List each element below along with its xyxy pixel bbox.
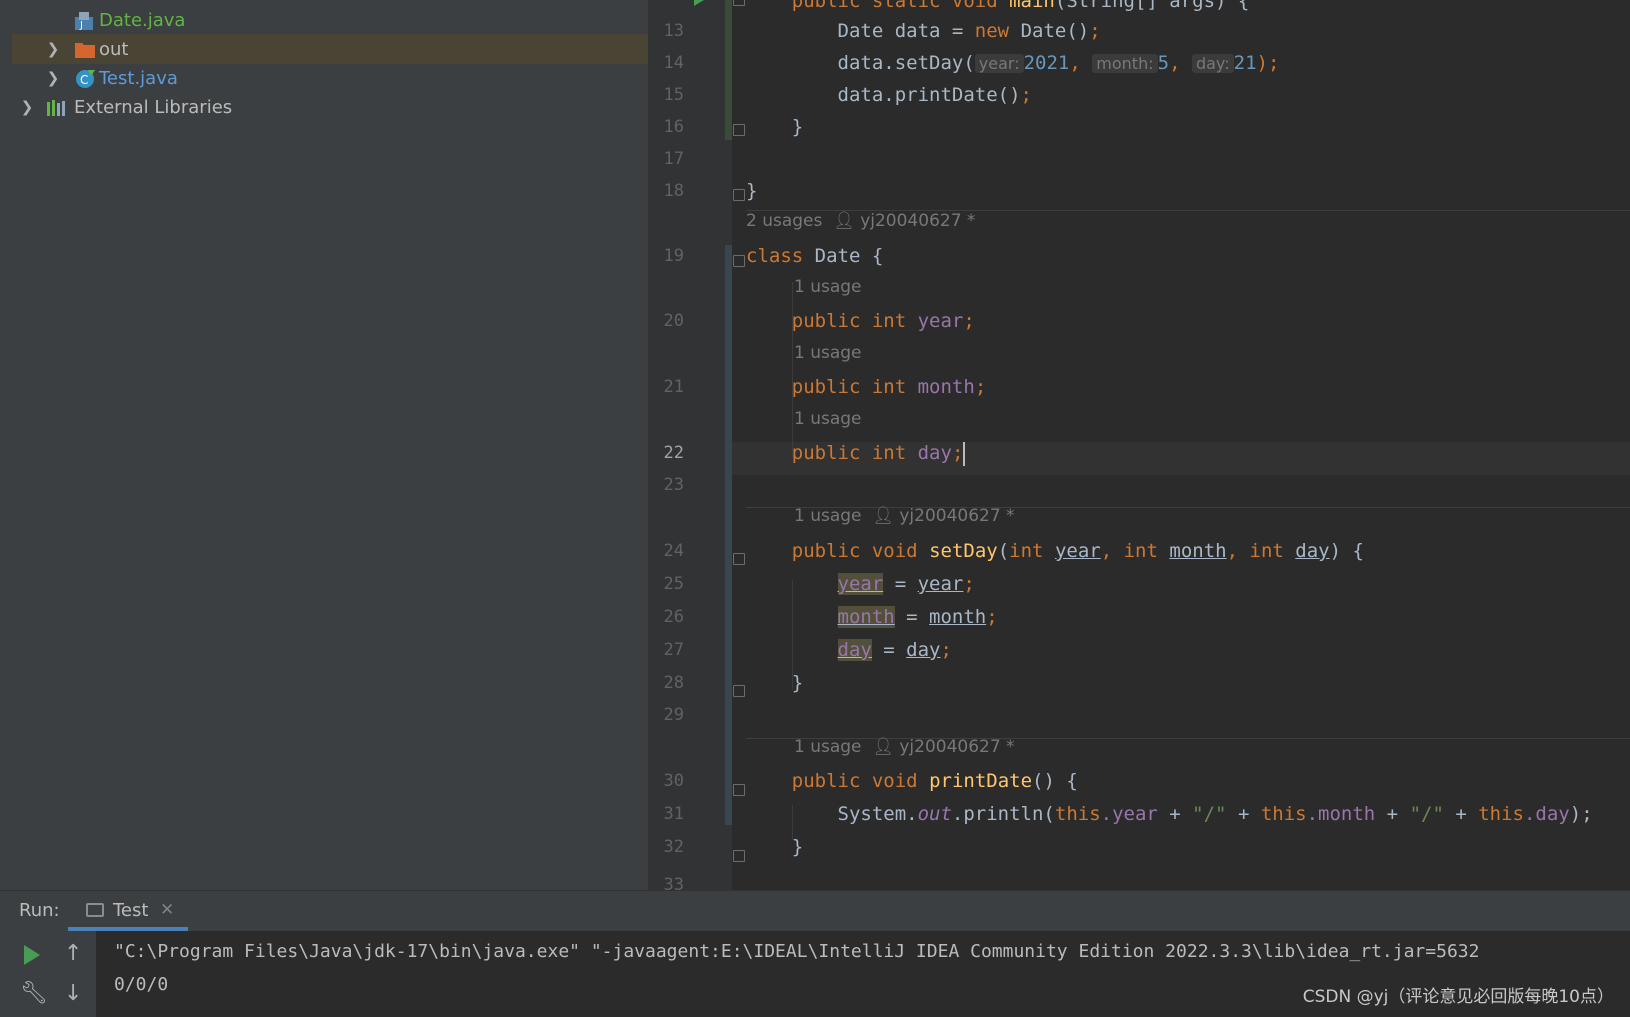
vcs-added-marker [725,0,732,140]
code-line-25: year = year; [837,573,975,595]
run-panel: Run: Test ✕ ↑ 🔧︎ ↓ "C:\Program Files\Jav… [0,890,1630,1017]
user-icon: 👤︎ [833,211,855,231]
rerun-icon[interactable] [24,945,40,965]
param-hint: day: [1191,54,1234,73]
folder-icon [74,41,96,64]
tree-item-label: out [99,38,129,60]
chevron-right-icon[interactable]: ❯ [44,69,62,87]
tree-item-out[interactable]: ❯ out [12,34,648,64]
project-tree: J Date.java ❯ out ❯ C Test.java ❯ Extern… [12,0,648,890]
line-number: 24 [663,541,684,561]
usages-inlay[interactable]: 1 usage 👤︎ yj20040627 * [794,503,1015,529]
fold-marker-icon[interactable] [733,553,745,565]
line-number: 32 [663,837,684,857]
code-editor[interactable]: public static void main(String[] args) {… [648,0,1630,890]
fold-marker-icon[interactable] [733,189,745,201]
line-number-current: 22 [663,443,684,463]
code-line-20: public int year; [791,310,975,332]
line-number: 25 [663,574,684,594]
chevron-right-icon[interactable]: ❯ [44,40,62,58]
tree-item-label: External Libraries [74,96,233,118]
usages-inlay[interactable]: 1 usage 👤︎ yj20040627 * [794,734,1015,760]
text-caret [963,441,966,466]
line-number: 30 [663,771,684,791]
fold-marker-icon[interactable] [733,784,745,796]
code-line-19: class Date { [746,245,884,267]
line-number: 21 [663,377,684,397]
line-number: 19 [663,246,684,266]
code-line-31: System.out.println(this.year + "/" + thi… [837,803,1593,825]
line-number: 31 [663,804,684,824]
param-hint: month: [1092,54,1158,73]
console-output[interactable]: "C:\Program Files\Java\jdk-17\bin\java.e… [96,931,1630,1017]
code-line-13: Date data = new Date(); [837,20,1101,42]
line-number: 13 [663,21,684,41]
line-number: 17 [663,149,684,169]
run-panel-header: Run: Test ✕ [0,891,1630,931]
line-number: 14 [663,53,684,73]
usages-inlay[interactable]: 1 usage [794,340,862,366]
wrench-icon[interactable]: 🔧︎ [20,981,48,1006]
fold-marker-icon[interactable] [733,0,745,6]
code-line-21: public int month; [791,376,987,398]
usages-inlay[interactable]: 1 usage [794,274,862,300]
line-number: 29 [663,705,684,725]
tree-item-label: Test.java [99,67,178,89]
line-number: 27 [663,640,684,660]
libraries-icon [46,99,68,122]
arrow-up-icon[interactable]: ↑ [64,941,82,966]
line-number: 20 [663,311,684,331]
fold-marker-icon[interactable] [733,685,745,697]
code-line-14: data.setDay(year: 2021, month: 5, day: 21); [837,52,1280,74]
svg-text:J: J [79,20,83,31]
watermark: CSDN @yj（评论意见必回版每晚10点） [1302,987,1614,1007]
usages-inlay[interactable]: 1 usage [794,406,862,432]
code-line-26: month = month; [837,606,998,628]
java-class-icon: J [74,11,94,36]
run-gutter-icon[interactable] [694,0,704,6]
console-line: 0/0/0 [114,974,169,995]
tree-item-label: Date.java [99,9,186,31]
fold-marker-icon[interactable] [733,124,745,136]
code-line-15: data.printDate(); [837,84,1032,106]
user-icon: 👤︎ [872,737,894,757]
line-number: 26 [663,607,684,627]
tree-item-test-java[interactable]: ❯ C Test.java [12,63,648,93]
code-line-27: day = day; [837,639,952,661]
vcs-modified-marker [725,245,732,825]
line-number: 23 [663,475,684,495]
line-number: 18 [663,181,684,201]
close-icon[interactable]: ✕ [160,900,174,920]
run-tab-label: Test [113,900,149,921]
chevron-right-icon[interactable]: ❯ [18,98,36,116]
code-line-partial: public static void main(String[] args) { [746,0,1250,12]
console-icon [86,903,104,917]
code-line-16: } [791,116,804,138]
run-toolbar: ↑ 🔧︎ ↓ [0,931,97,1017]
code-line-28: } [791,672,804,694]
svg-text:C: C [80,73,88,87]
tree-item-external-libraries[interactable]: ❯ External Libraries [12,92,648,122]
param-hint: year: [974,54,1024,73]
code-line-18: } [746,180,758,202]
java-class-icon: C [74,68,96,95]
run-panel-title: Run: [19,900,60,921]
fold-marker-icon[interactable] [733,255,745,267]
code-line-22: public int day; [791,441,966,466]
line-number: 28 [663,673,684,693]
usages-inlay[interactable]: 2 usages 👤︎ yj20040627 * [746,208,975,234]
code-line-24: public void setDay(int year, int month, … [791,540,1364,562]
line-number: 16 [663,117,684,137]
fold-marker-icon[interactable] [733,850,745,862]
line-number: 33 [663,875,684,890]
run-tab-test[interactable]: Test ✕ [68,891,188,931]
tree-item-date-java[interactable]: J Date.java [12,5,648,35]
arrow-down-icon[interactable]: ↓ [64,981,82,1006]
line-number: 15 [663,85,684,105]
console-line: "C:\Program Files\Java\jdk-17\bin\java.e… [114,941,1480,962]
user-icon: 👤︎ [872,506,894,526]
tree-row-partial [12,0,648,2]
code-line-32: } [791,836,804,858]
code-line-30: public void printDate() { [791,770,1078,792]
